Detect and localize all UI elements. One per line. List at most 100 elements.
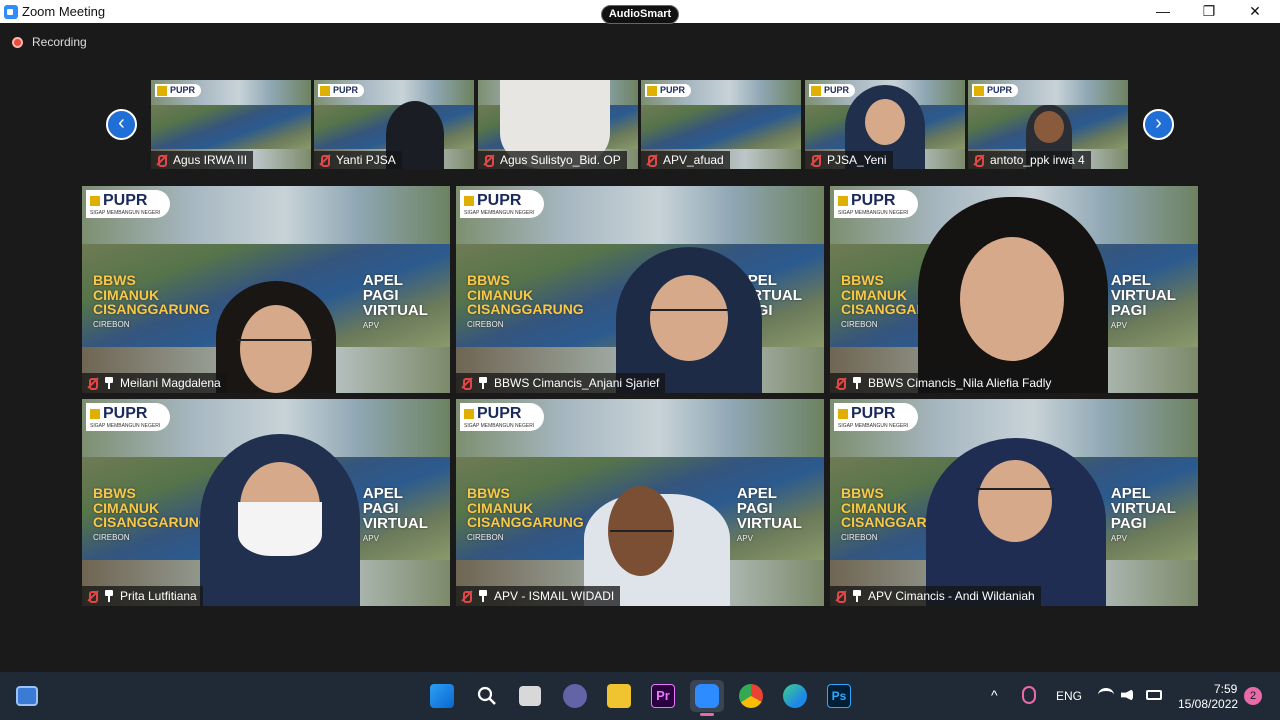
muted-mic-icon	[460, 377, 472, 390]
search-icon[interactable]	[475, 684, 499, 708]
pin-icon	[478, 377, 488, 389]
muted-mic-icon	[155, 154, 167, 167]
muted-mic-icon	[645, 154, 657, 167]
pupr-logo: PUPR SIGAP MEMBANGUN NEGERI	[460, 403, 545, 431]
background-title-left: BBWS CIMANUK CISANGGARUNG CIREBON	[93, 271, 210, 329]
widgets-icon[interactable]	[16, 686, 38, 706]
pupr-logo: PUPR SIGAP MEMBANGUN NEGERI	[834, 403, 919, 431]
video-tile[interactable]: PUPR SIGAP MEMBANGUN NEGERI BBWS CIMANUK CI…	[82, 186, 450, 393]
pin-icon	[852, 377, 862, 389]
participant-name-bar: Yanti PJSA	[314, 151, 402, 169]
video-tile[interactable]: PUPR SIGAP MEMBANGUN NEGERI BBWS CIMANUK CI…	[456, 399, 824, 606]
participant-name-bar: APV - ISMAIL WIDADI	[456, 586, 621, 606]
window-title: Zoom Meeting	[22, 4, 106, 19]
task-view-icon[interactable]	[519, 686, 541, 706]
chat-icon[interactable]	[563, 684, 587, 708]
maximize-button[interactable]: ❐	[1186, 0, 1232, 23]
recording-label: Recording	[32, 35, 87, 49]
pupr-logo: PUPR	[645, 84, 692, 97]
taskbar	[0, 672, 1280, 720]
pin-icon	[852, 590, 862, 602]
participant-name-bar: PJSA_Yeni	[805, 151, 893, 169]
participant-name: Meilani Magdalena	[120, 376, 221, 390]
show-hidden-icons-chevron[interactable]: ^	[991, 687, 998, 703]
participant-video	[918, 197, 1108, 393]
video-tile[interactable]: PUPR SIGAP MEMBANGUN NEGERI BBWS CIMANUK CI…	[456, 186, 824, 393]
strip-tile[interactable]: Agus Sulistyo_Bid. OP	[478, 80, 638, 169]
participant-name: APV_afuad	[663, 153, 724, 167]
clock-time[interactable]: 7:59	[1214, 682, 1237, 696]
participant-name: APV Cimancis - Andi Wildaniah	[868, 589, 1035, 603]
background-title-right: APELVIRTUALPAGIAPV	[1110, 271, 1176, 330]
strip-tile[interactable]: PUPR antoto_ppk irwa 4	[968, 80, 1128, 169]
pupr-logo: PUPR SIGAP MEMBANGUN NEGERI	[86, 190, 171, 218]
audiosmart-badge[interactable]: AudioSmart	[601, 5, 679, 24]
pupr-logo: PUPR	[809, 84, 856, 97]
muted-mic-icon	[834, 377, 846, 390]
edge-icon[interactable]	[783, 684, 807, 708]
participant-name-bar: antoto_ppk irwa 4	[968, 151, 1091, 169]
video-tile[interactable]: PUPR SIGAP MEMBANGUN NEGERI BBWS CIMANUK CI…	[830, 186, 1198, 393]
language-indicator[interactable]: ENG	[1056, 689, 1082, 703]
recording-indicator[interactable]: Recording	[12, 35, 87, 49]
zoom-taskbar-icon[interactable]	[695, 684, 719, 708]
muted-mic-icon	[318, 154, 330, 167]
participant-name-bar: APV_afuad	[641, 151, 730, 169]
wifi-icon[interactable]	[1098, 688, 1114, 702]
photoshop-icon[interactable]: Ps	[827, 684, 851, 708]
background-title-right: APEL PAGI VIRTUAL APV	[736, 484, 802, 543]
muted-mic-icon	[482, 154, 494, 167]
background-title-left: BBWS CIMANUK CISANGGARUNG CIREBON	[467, 484, 584, 542]
background-title-right: APEL PAGI VIRTUAL APV	[362, 271, 428, 330]
video-tile[interactable]: PUPR SIGAP MEMBANGUN NEGERI BBWS CIMANUK CI…	[830, 399, 1198, 606]
close-button[interactable]: ✕	[1232, 0, 1278, 23]
next-page-button[interactable]: ›	[1143, 109, 1174, 140]
chevron-left-icon: ‹	[118, 112, 125, 134]
pupr-logo: PUPR SIGAP MEMBANGUN NEGERI	[460, 190, 545, 218]
participant-name-bar: BBWS Cimancis_Anjani Sjarief	[456, 373, 666, 393]
participant-video	[616, 247, 762, 393]
previous-page-button[interactable]: ‹	[106, 109, 137, 140]
pupr-logo: PUPR SIGAP MEMBANGUN NEGERI	[86, 403, 171, 431]
strip-tile[interactable]: PUPR Agus IRWA III	[151, 80, 311, 169]
participant-name: Agus Sulistyo_Bid. OP	[500, 153, 621, 167]
muted-mic-icon	[86, 377, 98, 390]
zoom-app-icon	[4, 4, 18, 19]
background-title-right: APEL PAGI VIRTUAL APV	[362, 484, 428, 543]
participant-name-bar: Agus Sulistyo_Bid. OP	[478, 151, 627, 169]
video-tile[interactable]: PUPR SIGAP MEMBANGUN NEGERI BBWS CIMANUK CI…	[82, 399, 450, 606]
participant-name: APV - ISMAIL WIDADI	[494, 589, 615, 603]
strip-tile[interactable]: PUPR PJSA_Yeni	[805, 80, 965, 169]
muted-mic-icon	[460, 590, 472, 603]
muted-mic-icon	[86, 590, 98, 603]
participant-video	[926, 438, 1106, 606]
participant-video	[200, 434, 360, 606]
participant-name-bar: BBWS Cimancis_Nila Aliefia Fadly	[830, 373, 1058, 393]
participant-name-bar: Agus IRWA III	[151, 151, 254, 169]
battery-icon[interactable]	[1146, 690, 1162, 700]
chevron-right-icon: ›	[1155, 112, 1162, 134]
chrome-icon[interactable]	[739, 684, 763, 708]
participant-name-bar: Prita Lutfitiana	[82, 586, 203, 606]
premiere-pro-icon[interactable]: Pr	[651, 684, 675, 708]
windows-start-icon[interactable]	[430, 684, 454, 708]
file-explorer-icon[interactable]	[607, 684, 631, 708]
strip-tile[interactable]: PUPR Yanti PJSA	[314, 80, 474, 169]
pupr-logo: PUPR	[155, 84, 202, 97]
pin-icon	[104, 590, 114, 602]
pupr-logo: PUPR	[318, 84, 365, 97]
muted-mic-icon	[972, 154, 984, 167]
participant-name: BBWS Cimancis_Nila Aliefia Fadly	[868, 376, 1052, 390]
notification-badge[interactable]: 2	[1244, 687, 1262, 705]
participant-name-bar: APV Cimancis - Andi Wildaniah	[830, 586, 1041, 606]
minimize-button[interactable]: —	[1140, 0, 1186, 23]
background-title-right: APELVIRTUALPAGIAPV	[1110, 484, 1176, 543]
participant-name: PJSA_Yeni	[827, 153, 887, 167]
microphone-icon[interactable]	[1022, 686, 1036, 704]
participant-name: Agus IRWA III	[173, 153, 248, 167]
strip-tile[interactable]: PUPR APV_afuad	[641, 80, 801, 169]
participant-video	[216, 281, 336, 393]
pin-icon	[104, 377, 114, 389]
recording-dot-icon	[12, 36, 23, 48]
clock-date[interactable]: 15/08/2022	[1178, 697, 1238, 711]
